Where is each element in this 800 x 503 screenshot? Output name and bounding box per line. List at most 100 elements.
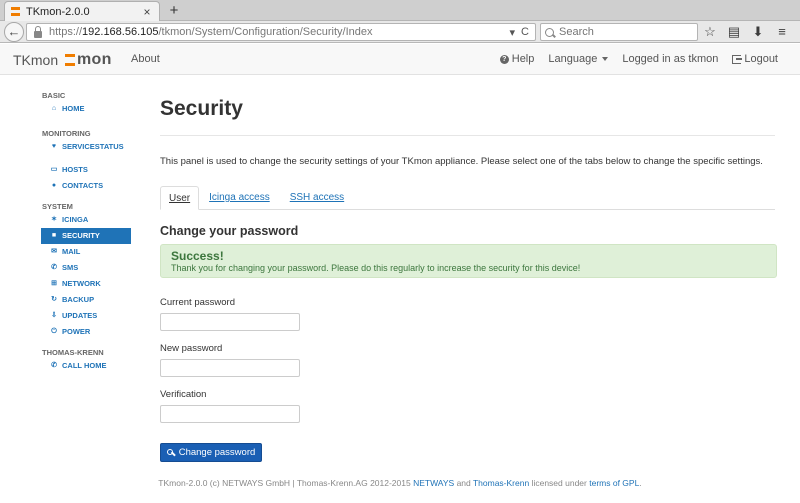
browser-navbar: ← https://192.168.56.105/tkmon/System/Co… — [0, 21, 800, 43]
sidebar-item-sms[interactable]: ✆ SMS — [41, 260, 131, 276]
logo-mark-icon — [65, 53, 75, 67]
section-title: Change your password — [160, 224, 299, 238]
footer-text-licensed: licensed under — [531, 478, 587, 488]
logged-in-status: Logged in as tkmon — [622, 53, 719, 65]
close-icon[interactable]: × — [141, 6, 153, 18]
app-header: TKmon mon About ? Help Language Logged i… — [0, 44, 800, 75]
sidebar-item-label: SMS — [62, 263, 79, 272]
sidebar-item-servicestatus[interactable]: ♥ SERVICESTATUS — [41, 139, 131, 155]
change-password-button[interactable]: Change password — [160, 443, 262, 462]
new-tab-button[interactable]: + — [165, 2, 183, 19]
footer-link-thomas-krenn[interactable]: Thomas-Krenn — [473, 478, 529, 488]
sidebar-item-label: BACKUP — [62, 295, 95, 304]
heart-icon: ♥ — [51, 143, 57, 150]
nav-language[interactable]: Language — [548, 53, 609, 65]
current-password-label: Current password — [160, 297, 235, 308]
reload-icon[interactable]: C — [521, 26, 529, 38]
url-path: /tkmon/System/Configuration/Security/Ind… — [158, 26, 373, 38]
url-bar[interactable]: https://192.168.56.105/tkmon/System/Conf… — [26, 23, 536, 41]
tkmon-favicon-icon — [11, 6, 20, 17]
sidebar-item-label: HOSTS — [62, 165, 88, 174]
lock-icon[interactable] — [33, 26, 43, 38]
sidebar-item-network[interactable]: ⊞ NETWORK — [41, 276, 131, 292]
sidebar-heading-basic: BASIC — [42, 91, 66, 100]
intro-text: This panel is used to change the securit… — [160, 156, 763, 167]
sidebar-item-label: CALL HOME — [62, 361, 107, 370]
footer-period: . — [639, 478, 642, 488]
url-text[interactable]: https://192.168.56.105/tkmon/System/Conf… — [49, 26, 510, 38]
menu-icon[interactable]: ≡ — [774, 24, 790, 40]
browser-toolbar: ☆ ▤ ⬇ ≡ — [702, 24, 790, 40]
sidebar-item-label: SECURITY — [62, 231, 100, 240]
sidebar-item-label: NETWORK — [62, 279, 101, 288]
sidebar-item-mail[interactable]: ✉ MAIL — [41, 244, 131, 260]
tab-user[interactable]: User — [160, 186, 200, 210]
mail-icon: ✉ — [51, 248, 57, 255]
power-icon: ⏻ — [51, 328, 57, 335]
download-icon[interactable]: ⬇ — [750, 24, 766, 40]
new-password-input[interactable] — [160, 359, 300, 377]
sidebar-item-icinga[interactable]: ✶ ICINGA — [41, 212, 131, 228]
user-icon: ● — [51, 182, 57, 189]
tab-icinga-access[interactable]: Icinga access — [199, 186, 280, 210]
verification-label: Verification — [160, 389, 207, 400]
lock-icon: ■ — [51, 232, 57, 239]
change-password-label: Change password — [178, 447, 256, 458]
monitor-icon: ▭ — [50, 166, 58, 173]
refresh-icon: ↻ — [51, 296, 57, 303]
nav-language-label: Language — [548, 53, 598, 65]
success-alert: Success! Thank you for changing your pas… — [160, 244, 777, 278]
tkmon-logo[interactable]: mon — [65, 51, 112, 69]
footer-copyright: TKmon-2.0.0 (c) NETWAYS GmbH | Thomas-Kr… — [158, 478, 411, 488]
logout-icon — [732, 54, 743, 64]
url-scheme: https:// — [49, 26, 83, 38]
verification-input[interactable] — [160, 405, 300, 423]
sidebar-item-label: HOME — [62, 104, 85, 113]
sidebar-item-backup[interactable]: ↻ BACKUP — [41, 292, 131, 308]
tab-strip: User Icinga access SSH access — [160, 186, 775, 210]
page-title: Security — [160, 97, 243, 120]
footer-text-and: and — [456, 478, 471, 488]
help-icon: ? — [499, 54, 509, 64]
reading-list-icon[interactable]: ▤ — [726, 24, 742, 40]
current-password-input[interactable] — [160, 313, 300, 331]
sidebar-item-hosts[interactable]: ▭ HOSTS — [41, 162, 131, 178]
phone-icon: ✆ — [51, 264, 57, 271]
nav-help[interactable]: ? Help — [499, 53, 535, 65]
home-icon: ⌂ — [51, 105, 57, 112]
nav-help-label: Help — [511, 53, 535, 65]
sidebar-item-home[interactable]: ⌂ HOME — [41, 101, 131, 117]
nav-logout-label: Logout — [744, 53, 778, 65]
sidebar-item-updates[interactable]: ⇩ UPDATES — [41, 308, 131, 324]
search-bar[interactable] — [540, 23, 698, 41]
search-input[interactable] — [559, 26, 689, 38]
star-icon[interactable]: ☆ — [702, 24, 718, 40]
nav-about[interactable]: About — [131, 53, 160, 65]
sidebar-item-call-home[interactable]: ✆ CALL HOME — [41, 358, 131, 374]
sidebar-item-label: ICINGA — [62, 215, 89, 224]
alert-title: Success! — [171, 249, 224, 263]
back-button[interactable]: ← — [4, 22, 24, 42]
sidebar-item-label: SERVICESTATUS — [62, 142, 124, 151]
tab-ssh-access[interactable]: SSH access — [280, 186, 354, 210]
footer-link-gpl[interactable]: terms of GPL — [589, 478, 639, 488]
sidebar-item-label: CONTACTS — [62, 181, 104, 190]
new-password-label: New password — [160, 343, 223, 354]
caret-down-icon — [602, 57, 609, 61]
sidebar-item-contacts[interactable]: ● CONTACTS — [41, 178, 131, 194]
key-icon — [166, 448, 175, 457]
download-icon: ⇩ — [51, 312, 57, 319]
nav-logout[interactable]: Logout — [732, 53, 778, 65]
search-icon — [545, 27, 554, 37]
tab-title: TKmon-2.0.0 — [26, 5, 90, 18]
sidebar-item-security[interactable]: ■ SECURITY — [41, 228, 131, 244]
browser-tab[interactable]: TKmon-2.0.0 × — [4, 1, 160, 21]
sidebar-item-label: POWER — [62, 327, 91, 336]
sidebar-item-label: UPDATES — [62, 311, 98, 320]
brand-name[interactable]: TKmon — [13, 52, 58, 68]
url-dropdown-icon[interactable]: ▾ — [510, 26, 516, 39]
sidebar-item-label: MAIL — [62, 247, 81, 256]
footer-link-netways[interactable]: NETWAYS — [413, 478, 454, 488]
sidebar-item-power[interactable]: ⏻ POWER — [41, 324, 131, 340]
password-form: Current password New password Verificati… — [160, 297, 775, 462]
